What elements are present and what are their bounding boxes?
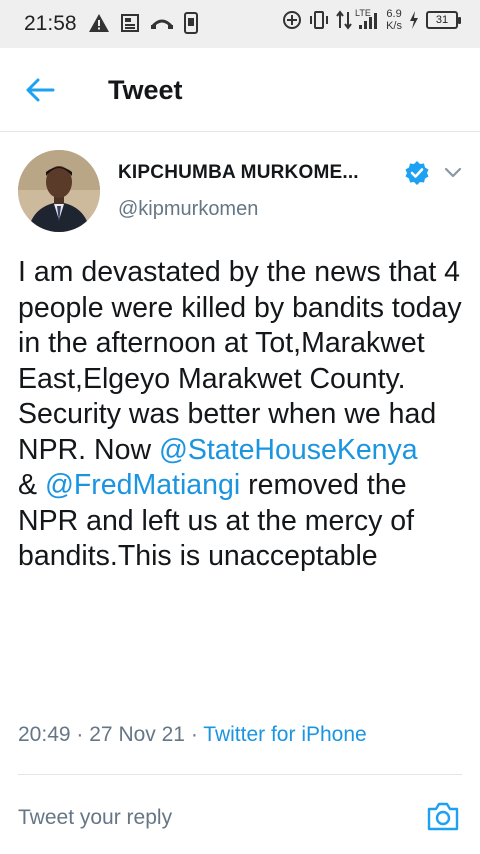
tweet-date: 27 Nov 21 [89, 723, 185, 746]
author-name[interactable]: KIPCHUMBA MURKOME... [118, 162, 359, 184]
charging-icon [410, 11, 418, 29]
arrow-left-icon [26, 78, 55, 102]
vibrate-icon [310, 11, 329, 29]
mention-link[interactable]: @StateHouseKenya [159, 434, 418, 466]
chevron-down-icon[interactable] [440, 162, 466, 184]
data-saver-icon [283, 11, 302, 29]
reply-input[interactable] [18, 798, 408, 838]
divider [18, 774, 462, 775]
signal-icon [359, 13, 378, 29]
warning-icon [89, 14, 109, 32]
app-header: Tweet [0, 48, 480, 132]
mention-link[interactable]: @FredMatiangi [45, 469, 240, 501]
battery-level: 31 [435, 14, 449, 26]
tweet-source-link[interactable]: Twitter for iPhone [203, 723, 366, 746]
notification-icons [88, 12, 198, 34]
status-time: 21:58 [24, 12, 77, 35]
tweet-meta: 20:49 · 27 Nov 21 · Twitter for iPhone [18, 723, 367, 747]
net-speed: 6.9 K/s [386, 8, 402, 32]
page-title: Tweet [108, 75, 183, 105]
author-handle[interactable]: @kipmurkomen [118, 198, 258, 221]
back-button[interactable] [18, 70, 62, 110]
net-speed-unit: K/s [386, 20, 402, 32]
battery-indicator: 31 [426, 11, 461, 29]
tweet-time: 20:49 [18, 723, 71, 746]
news-icon [121, 14, 139, 32]
verified-badge-icon [405, 161, 429, 185]
avatar[interactable] [18, 150, 100, 232]
data-transfer-icon [336, 10, 352, 30]
camera-icon[interactable] [426, 800, 460, 832]
phone-icon [184, 12, 198, 34]
missed-call-icon [150, 19, 174, 29]
reply-bar [0, 790, 480, 854]
tweet-text-part: & [18, 469, 38, 501]
tweet-text: I am devastated by the news that 4 peopl… [18, 255, 470, 575]
meta-separator: · [76, 723, 84, 746]
meta-separator: · [190, 723, 198, 746]
system-icons: 6.9 K/s 31 [282, 8, 461, 32]
net-speed-value: 6.9 [386, 8, 402, 20]
profile-photo [18, 150, 100, 232]
status-bar: 21:58 LTE 6.9 K/s 31 [0, 0, 480, 48]
